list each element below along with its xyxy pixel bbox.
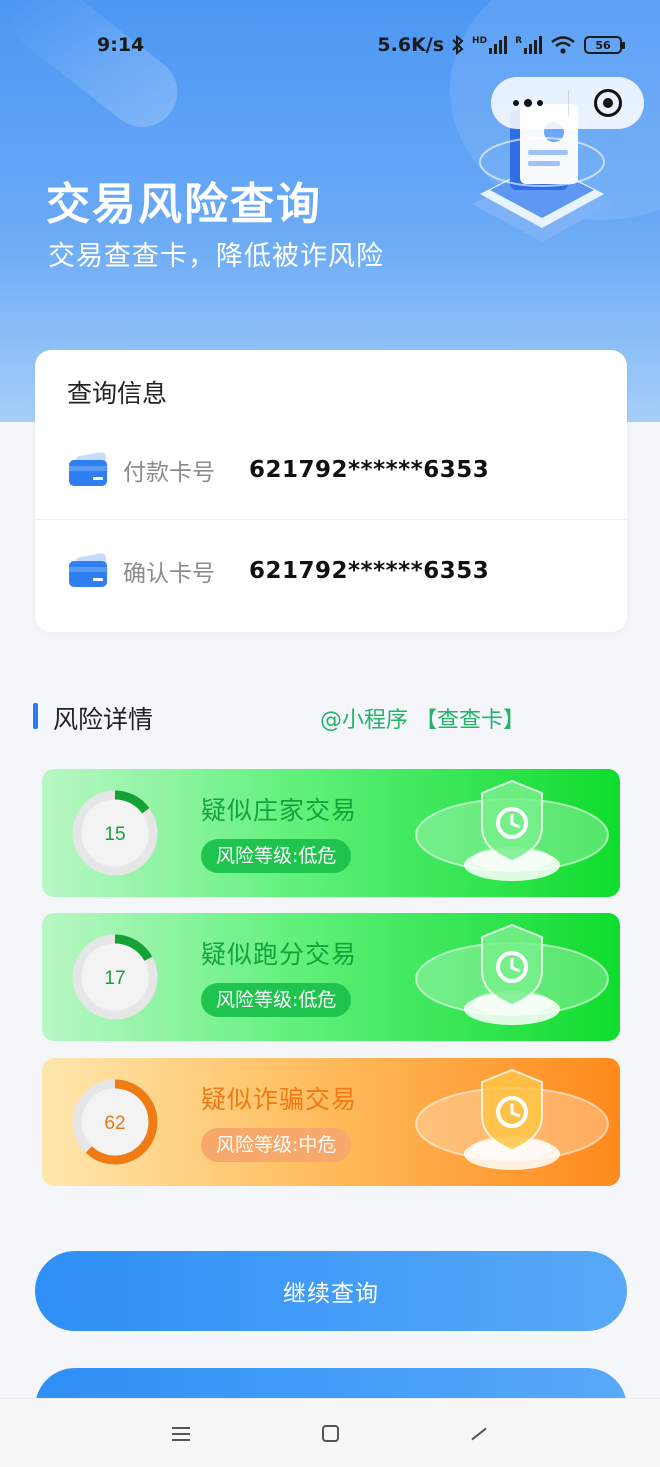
risk-score-ring: 15 [72,790,158,876]
shield-illustration-icon [415,923,609,1025]
query-info-card: 查询信息 付款卡号 621792******6353 确认卡号 621792**… [35,350,627,632]
payment-card-value: 621792******6353 [249,456,490,483]
risk-section-title: 风险详情 [53,705,154,734]
wifi-icon [551,36,575,54]
query-info-title: 查询信息 [67,379,168,408]
payment-card-row: 付款卡号 621792******6353 [35,420,627,520]
page-title: 交易风险查询 [46,179,322,230]
shield-illustration-icon [415,1068,609,1170]
bluetooth-icon [452,35,464,55]
risk-level-badge: 风险等级:低危 [201,839,352,873]
mini-program-link[interactable]: @小程序 【查查卡】 [320,702,525,734]
shield-illustration-icon [415,779,609,881]
payment-card-label: 付款卡号 [123,459,215,486]
risk-card[interactable]: 62 疑似诈骗交易风险等级:中危 [42,1058,620,1186]
bank-card-icon [69,451,109,486]
confirm-card-row: 确认卡号 621792******6353 [35,521,627,621]
risk-title: 疑似庄家交易 [201,796,358,825]
risk-level-badge: 风险等级:低危 [201,983,352,1017]
more-dots-icon[interactable] [513,99,543,107]
capsule-divider [568,90,569,116]
home-square-icon[interactable] [322,1425,339,1442]
network-speed: 5.6K/s [377,34,445,56]
battery-icon: 56 [584,36,625,54]
confirm-card-value: 621792******6353 [249,558,490,584]
status-indicators: 5.6K/s HD R 56 [377,34,625,56]
page-subtitle: 交易查查卡，降低被诈风险 [48,241,384,272]
risk-score-ring: 17 [72,934,158,1020]
risk-card[interactable]: 15 疑似庄家交易风险等级:低危 [42,769,620,897]
confirm-card-label: 确认卡号 [123,561,215,587]
mini-program-capsule [491,77,644,129]
bank-card-icon [69,553,109,587]
signal-hd-icon: HD [472,36,508,54]
continue-query-button[interactable]: 继续查询 [35,1251,627,1331]
signal-icon: R [515,36,542,54]
risk-title: 疑似跑分交易 [201,940,358,969]
status-time: 9:14 [97,34,145,56]
risk-score: 62 [104,1113,125,1134]
hero-decor-streak [0,0,192,142]
status-bar: 9:14 5.6K/s HD R 56 [0,30,660,62]
risk-score: 17 [104,968,125,989]
risk-level-badge: 风险等级:中危 [201,1128,352,1162]
risk-section-header: 风险详情 @小程序 【查查卡】 [33,700,633,734]
target-close-icon[interactable] [594,89,622,117]
risk-title: 疑似诈骗交易 [201,1085,358,1114]
risk-card[interactable]: 17 疑似跑分交易风险等级:低危 [42,913,620,1041]
system-nav-bar [0,1398,660,1467]
back-icon[interactable] [471,1427,487,1441]
section-accent-bar [33,703,38,729]
risk-score-ring: 62 [72,1079,158,1165]
risk-score: 15 [104,824,125,845]
menu-icon[interactable] [172,1427,190,1445]
